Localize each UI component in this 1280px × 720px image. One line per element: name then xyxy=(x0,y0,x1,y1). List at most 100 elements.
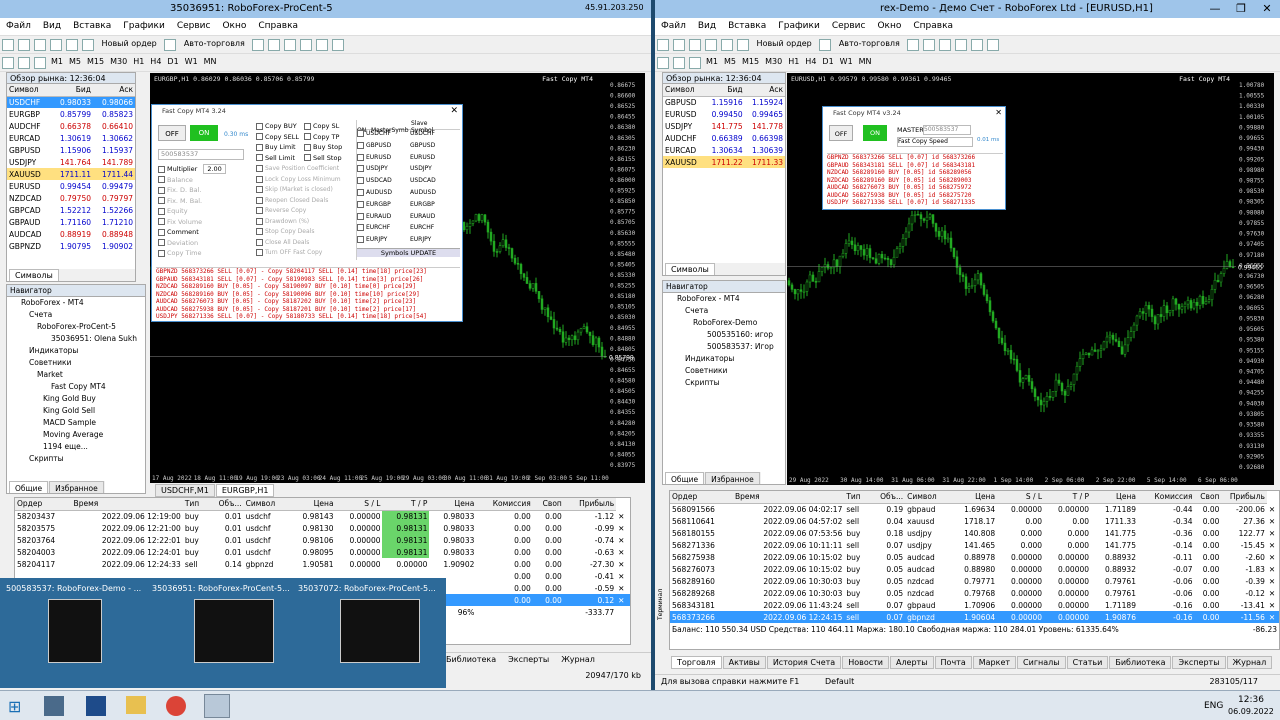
checkbox-icon[interactable] xyxy=(357,130,364,137)
terminal-col[interactable]: Прибыль xyxy=(1221,491,1267,504)
table-row[interactable]: 58204117 2022.09.06 12:24:33 sell 0.14 gbpnz… xyxy=(15,558,630,570)
grey-option[interactable]: Reopen Closed Deals xyxy=(256,196,352,208)
grey-option[interactable]: Lock Copy Loss Minimum xyxy=(256,175,352,187)
profiles-icon[interactable] xyxy=(673,39,685,51)
checkbox-icon[interactable] xyxy=(158,207,165,215)
checkbox-icon[interactable] xyxy=(357,188,364,196)
checkbox-icon[interactable] xyxy=(158,249,165,257)
tile-icon[interactable] xyxy=(987,39,1000,51)
nav-tab[interactable]: Избранное xyxy=(705,472,760,484)
table-row[interactable]: 568091566 2022.09.06 04:02:17 sell 0.19 gbpa… xyxy=(670,503,1279,515)
terminal-tab[interactable]: Алерты xyxy=(889,656,934,669)
checkbox-icon[interactable] xyxy=(158,218,165,225)
timeframe-button[interactable]: H4 xyxy=(147,54,164,69)
crosshair-icon[interactable] xyxy=(673,57,685,69)
close-order-icon[interactable]: ✕ xyxy=(616,510,630,522)
table-row[interactable]: 58203764 2022.09.06 12:22:01 buy 0.01 usdchf… xyxy=(15,534,630,546)
multiplier-value[interactable]: 2.00 xyxy=(203,164,226,174)
menu-item[interactable]: Вставка xyxy=(67,18,117,34)
symbol-row[interactable]: EURGBP EURGBP xyxy=(357,200,460,213)
navigator-item[interactable]: King Gold Sell xyxy=(7,405,145,417)
mw-row[interactable]: AUDCHF 0.66389 0.66398 xyxy=(663,132,785,144)
navigator-item[interactable]: Счета xyxy=(7,309,145,321)
close-order-icon[interactable]: ✕ xyxy=(616,546,630,558)
terminal-col[interactable]: Тип xyxy=(844,491,869,504)
timeframe-button[interactable]: H1 xyxy=(785,54,802,69)
grey-option[interactable]: Drawdown (%) xyxy=(256,217,352,229)
close-icon[interactable]: ✕ xyxy=(1254,0,1280,18)
chart-tab[interactable]: USDCHF,M1 xyxy=(155,484,215,497)
clock-date[interactable]: 06.09.2022 xyxy=(1228,707,1274,716)
close-order-icon[interactable]: ✕ xyxy=(1267,611,1279,623)
timeframe-button[interactable]: W1 xyxy=(182,54,201,69)
terminal-tab[interactable]: Маркет xyxy=(972,656,1017,669)
copy-option[interactable]: Copy SELL xyxy=(256,133,299,143)
checkbox-icon[interactable] xyxy=(256,186,263,193)
menu-item[interactable]: Окно xyxy=(871,18,907,34)
navigator-item[interactable]: Индикаторы xyxy=(663,353,785,365)
close-order-icon[interactable]: ✕ xyxy=(1267,515,1279,527)
explorer-icon[interactable] xyxy=(126,696,146,714)
navigator-item[interactable]: 500583537: Игор xyxy=(663,341,785,353)
zoom-out-icon[interactable] xyxy=(316,39,329,51)
grey-option[interactable]: Reverse Copy xyxy=(256,207,352,218)
close-order-icon[interactable]: ✕ xyxy=(616,558,630,570)
dialog-close-icon[interactable]: ✕ xyxy=(450,106,458,116)
off-button[interactable]: OFF xyxy=(829,125,853,141)
terminal-tab[interactable]: Статьи xyxy=(1066,656,1109,669)
menu-item[interactable]: Вид xyxy=(692,18,722,34)
table-row[interactable]: 568275938 2022.09.06 10:15:02 buy 0.05 audca… xyxy=(670,551,1279,563)
chrome-icon[interactable] xyxy=(166,696,186,716)
terminal-col[interactable]: Комиссия xyxy=(1137,491,1195,504)
nav-tab[interactable]: Общие xyxy=(9,481,49,493)
table-row[interactable]: 58204003 2022.09.06 12:24:01 buy 0.01 usdchf… xyxy=(15,546,630,558)
grey-option[interactable]: Close All Deals xyxy=(256,238,352,250)
close-order-icon[interactable]: ✕ xyxy=(1267,527,1279,539)
off-button[interactable]: OFF xyxy=(158,125,186,141)
navigator-item[interactable]: 500535160: игор xyxy=(663,329,785,341)
copy-option[interactable]: Copy SL xyxy=(304,122,339,132)
left-fastcopy-dialog[interactable]: Fast Copy MT4 3.24 ✕ OFF ON 0.30 ms 5005… xyxy=(151,104,463,322)
checkbox-icon[interactable] xyxy=(357,200,364,208)
dialog-option[interactable]: Comment xyxy=(158,228,248,239)
symbol-row[interactable]: EURCHF EURCHF xyxy=(357,224,460,236)
symbol-row[interactable]: EURAUD EURAUD xyxy=(357,212,460,225)
checkbox-icon[interactable] xyxy=(256,196,263,204)
thumbnail-window[interactable]: 35036951: RoboForex-ProCent-5... xyxy=(152,584,292,684)
checkbox-icon[interactable] xyxy=(256,207,263,214)
menu-item[interactable]: Справка xyxy=(252,18,304,34)
checkbox-icon[interactable] xyxy=(256,165,263,172)
terminal-icon[interactable] xyxy=(721,39,733,51)
mw-col[interactable]: Аск xyxy=(92,84,135,97)
restore-icon[interactable]: ❐ xyxy=(1228,0,1254,18)
copy-option[interactable]: Buy Limit xyxy=(256,143,296,153)
new-chart-icon[interactable] xyxy=(657,39,669,51)
mw-row[interactable]: EURCAD 1.30619 1.30662 xyxy=(7,132,135,144)
timeframe-button[interactable]: D1 xyxy=(819,54,836,69)
grey-option[interactable]: Save Position Coefficient xyxy=(256,165,352,176)
timeframe-button[interactable]: M30 xyxy=(107,54,130,69)
dialog-option[interactable]: Fix. M. Bal. xyxy=(158,197,248,208)
menu-item[interactable]: Вид xyxy=(37,18,67,34)
checkbox-icon[interactable] xyxy=(256,133,263,140)
mw-row[interactable]: EURUSD 0.99450 0.99465 xyxy=(663,108,785,120)
timeframe-button[interactable]: M5 xyxy=(721,54,739,69)
timeframe-button[interactable]: M15 xyxy=(739,54,762,69)
clock-time[interactable]: 12:36 xyxy=(1238,695,1264,705)
navigator-item[interactable]: Советники xyxy=(663,365,785,377)
mw-row[interactable]: GBPNZD 1.90795 1.90902 xyxy=(7,240,135,252)
thumbnail-window[interactable]: 500583537: RoboForex-Demo - ... xyxy=(6,584,146,684)
symbol-row[interactable]: USDCAD USDCAD xyxy=(357,177,460,189)
timeframe-button[interactable]: M5 xyxy=(66,54,84,69)
checkbox-icon[interactable] xyxy=(256,175,263,183)
copy-option[interactable]: Copy BUY xyxy=(256,122,297,132)
left-title-bar[interactable]: 35036951: RoboForex-ProCent-5 45.91.203.… xyxy=(0,0,651,18)
terminal-col[interactable]: Время xyxy=(732,491,845,504)
mt4-icon[interactable] xyxy=(204,694,230,718)
navigator-item[interactable]: RoboForex - MT4 xyxy=(7,297,145,309)
close-order-icon[interactable]: ✕ xyxy=(616,582,630,594)
terminal-tab[interactable]: Журнал xyxy=(1226,656,1273,669)
terminal-col[interactable]: Объ... xyxy=(207,498,244,511)
navigator-item[interactable]: Moving Average xyxy=(7,429,145,441)
navigator-item[interactable]: Fast Copy MT4 xyxy=(7,381,145,393)
